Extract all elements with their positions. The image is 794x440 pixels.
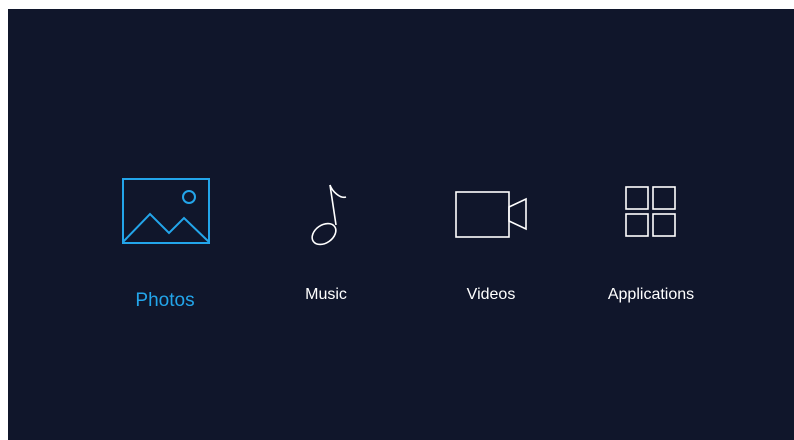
music-note-icon [311, 184, 347, 246]
apps-grid-icon [625, 186, 676, 237]
menu-item-applications[interactable]: Applications [591, 169, 711, 309]
media-home-screen: Photos Music Videos Applications [8, 9, 794, 440]
menu-label-applications: Applications [607, 286, 695, 303]
video-camera-icon [455, 191, 527, 238]
menu-item-videos[interactable]: Videos [436, 169, 548, 309]
image-icon [122, 178, 210, 244]
menu-label-music: Music [305, 286, 347, 303]
menu-label-videos: Videos [466, 286, 516, 303]
menu-item-photos[interactable]: Photos [100, 169, 230, 319]
menu-item-music[interactable]: Music [270, 169, 382, 309]
menu-label-photos: Photos [135, 290, 195, 311]
